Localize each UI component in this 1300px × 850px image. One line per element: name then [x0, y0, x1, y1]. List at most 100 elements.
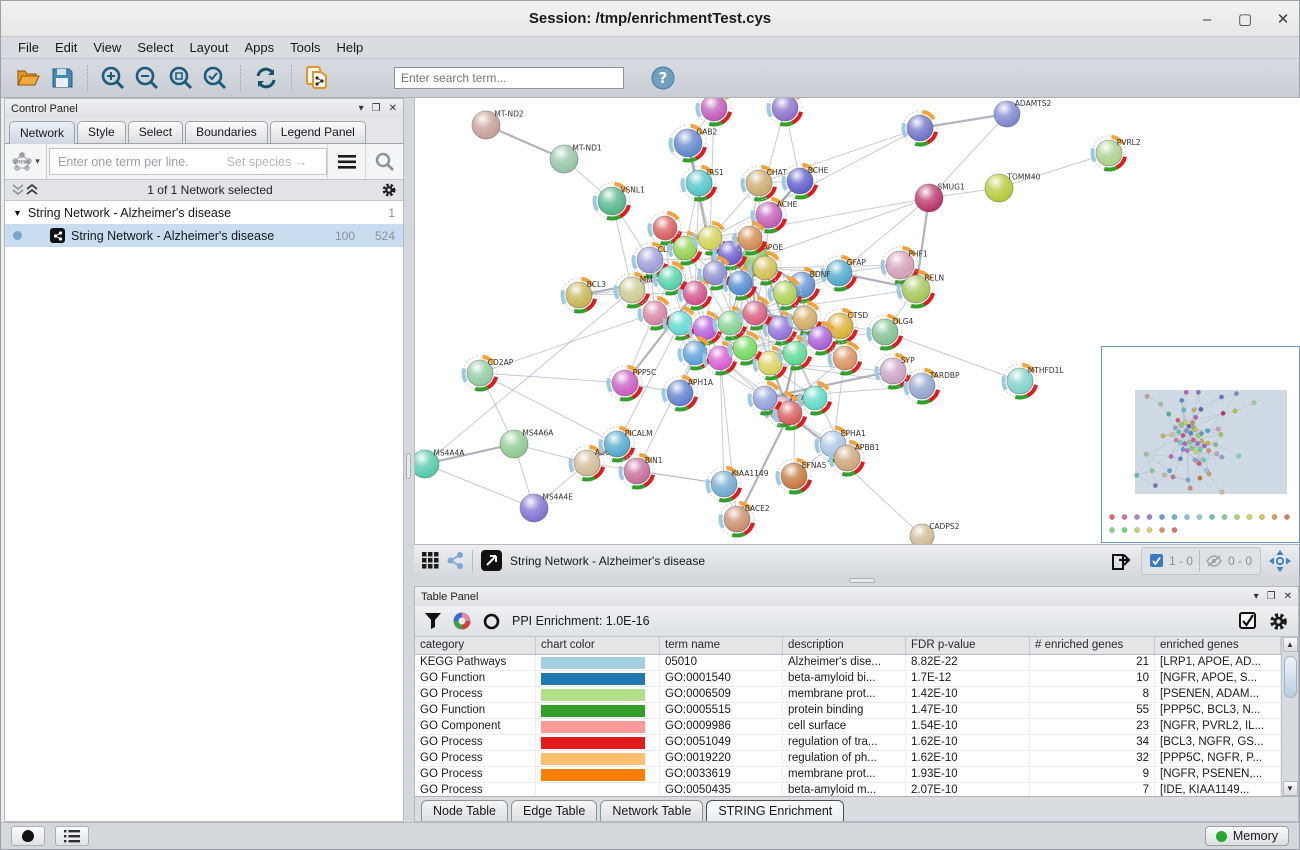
- scrollbar-thumb[interactable]: [1284, 656, 1297, 698]
- network-collection-row[interactable]: ▼ String Network - Alzheimer's disease 1: [5, 201, 403, 224]
- column-header-5[interactable]: # enriched genes: [1030, 637, 1155, 654]
- network-options-gear-icon[interactable]: [381, 182, 397, 198]
- node-MS4A6A[interactable]: MS4A6A: [500, 429, 554, 458]
- column-header-3[interactable]: description: [783, 637, 906, 654]
- node-GAB2[interactable]: GAB2: [664, 119, 717, 167]
- export-network-icon[interactable]: [1111, 551, 1133, 571]
- zoom-in-icon[interactable]: [96, 62, 130, 94]
- node-MT-ND1[interactable]: MT-ND1: [550, 144, 602, 173]
- node-MT-ND2[interactable]: MT-ND2: [472, 110, 524, 139]
- column-header-0[interactable]: category: [415, 637, 536, 654]
- menu-view[interactable]: View: [86, 39, 128, 56]
- horizontal-splitter[interactable]: [414, 576, 1299, 586]
- node-IRS1[interactable]: IRS1: [676, 160, 724, 205]
- ring-chart-icon[interactable]: [483, 613, 500, 630]
- node-SMUG1[interactable]: SMUG1: [915, 183, 965, 212]
- node-PVRL2[interactable]: PVRL2: [1086, 130, 1140, 175]
- run-query-icon[interactable]: [365, 144, 403, 179]
- tree-expander-icon[interactable]: ▼: [13, 208, 22, 218]
- selected-checkbox-icon[interactable]: [1150, 554, 1163, 567]
- tab-boundaries[interactable]: Boundaries: [185, 121, 268, 143]
- node-DLG4[interactable]: DLG4: [862, 309, 913, 354]
- minimize-button[interactable]: –: [1199, 11, 1215, 28]
- hidden-eye-icon[interactable]: [1206, 555, 1222, 567]
- node-ADAMTS2[interactable]: ADAMTS2: [994, 99, 1052, 127]
- table-panel-float-icon[interactable]: ❐: [1267, 591, 1276, 602]
- column-header-1[interactable]: chart color: [536, 637, 660, 654]
- table-panel-menu-icon[interactable]: ▾: [1254, 591, 1259, 602]
- node-MS4A4E[interactable]: MS4A4E: [520, 493, 573, 522]
- automation-status-button[interactable]: [11, 826, 45, 846]
- enrichment-settings-gear-icon[interactable]: [1269, 612, 1288, 631]
- table-row[interactable]: GO ProcessGO:0006509membrane prot...1.42…: [415, 687, 1281, 703]
- node-EFNA5[interactable]: EFNA5: [771, 453, 826, 498]
- tab-style[interactable]: Style: [77, 121, 126, 143]
- save-session-button[interactable]: [45, 62, 79, 94]
- zoom-selected-icon[interactable]: [198, 62, 232, 94]
- tab-node-table[interactable]: Node Table: [421, 800, 508, 821]
- expand-all-icon[interactable]: [25, 184, 39, 196]
- node[interactable]: [691, 98, 736, 131]
- column-header-4[interactable]: FDR p-value: [906, 637, 1030, 654]
- node-CD2AP[interactable]: CD2AP: [457, 350, 513, 395]
- tab-select[interactable]: Select: [128, 121, 183, 143]
- search-input[interactable]: [394, 67, 624, 89]
- node-MS4A4A[interactable]: MS4A4A: [415, 449, 465, 478]
- filter-icon[interactable]: [425, 613, 441, 629]
- table-row[interactable]: GO ProcessGO:0051049regulation of tra...…: [415, 735, 1281, 751]
- table-scrollbar[interactable]: ▲ ▼: [1281, 637, 1298, 796]
- donut-chart-icon[interactable]: [453, 612, 471, 630]
- open-session-button[interactable]: [11, 62, 45, 94]
- zoom-fit-icon[interactable]: [164, 62, 198, 94]
- table-row[interactable]: GO ProcessGO:0033619membrane prot...1.93…: [415, 767, 1281, 783]
- network-share-icon[interactable]: [447, 552, 464, 569]
- node-VSNL1[interactable]: VSNL1: [588, 177, 645, 225]
- vertical-splitter[interactable]: [404, 98, 414, 822]
- panel-close-icon[interactable]: ✕: [389, 103, 397, 114]
- help-icon[interactable]: ?: [646, 62, 680, 94]
- tab-edge-table[interactable]: Edge Table: [511, 800, 597, 821]
- node-CADPS2[interactable]: CADPS2: [910, 522, 960, 544]
- panel-float-icon[interactable]: ❐: [372, 103, 381, 114]
- column-header-2[interactable]: term name: [660, 637, 783, 654]
- select-rows-checkbox-icon[interactable]: [1239, 612, 1257, 630]
- table-panel-close-icon[interactable]: ✕: [1284, 591, 1292, 602]
- node-CHAT[interactable]: CHAT: [736, 160, 787, 205]
- scroll-up-icon[interactable]: ▲: [1283, 637, 1298, 652]
- clone-network-icon[interactable]: [300, 62, 334, 94]
- collapse-all-icon[interactable]: [11, 184, 25, 196]
- network-row-selected[interactable]: String Network - Alzheimer's disease 100…: [5, 224, 403, 247]
- column-header-6[interactable]: enriched genes: [1155, 637, 1281, 654]
- node-TARDBP[interactable]: TARDBP: [899, 363, 960, 408]
- birdseye-toggle-icon[interactable]: [1269, 550, 1291, 572]
- table-row[interactable]: GO ProcessGO:0050435beta-amyloid m...2.0…: [415, 783, 1281, 796]
- node[interactable]: [897, 105, 942, 150]
- task-history-button[interactable]: [55, 826, 89, 846]
- menu-file[interactable]: File: [11, 39, 46, 56]
- refresh-icon[interactable]: [249, 62, 283, 94]
- menu-layout[interactable]: Layout: [182, 39, 235, 56]
- menu-help[interactable]: Help: [330, 39, 371, 56]
- tab-string-enrichment[interactable]: STRING Enrichment: [706, 800, 844, 821]
- menu-select[interactable]: Select: [130, 39, 180, 56]
- scroll-down-icon[interactable]: ▼: [1283, 781, 1298, 796]
- maximize-button[interactable]: ▢: [1237, 10, 1253, 28]
- table-row[interactable]: GO ProcessGO:0019220regulation of ph...1…: [415, 751, 1281, 767]
- menu-apps[interactable]: Apps: [238, 39, 282, 56]
- node-APH1A[interactable]: APH1A: [657, 370, 713, 415]
- table-row[interactable]: GO ComponentGO:0009986cell surface1.54E-…: [415, 719, 1281, 735]
- table-row[interactable]: GO FunctionGO:0005515protein binding1.47…: [415, 703, 1281, 719]
- node-TOMM40[interactable]: TOMM40: [985, 173, 1041, 202]
- menu-tools[interactable]: Tools: [283, 39, 327, 56]
- memory-button[interactable]: Memory: [1205, 826, 1289, 846]
- close-button[interactable]: ✕: [1275, 10, 1291, 28]
- string-protein-query-button[interactable]: STRING ▾: [5, 144, 47, 179]
- term-query-input[interactable]: Enter one term per line. Set species →: [49, 148, 327, 175]
- zoom-out-icon[interactable]: [130, 62, 164, 94]
- grid-view-icon[interactable]: [422, 552, 439, 569]
- tab-network[interactable]: Network: [9, 121, 75, 144]
- detach-view-icon[interactable]: [481, 550, 502, 571]
- node-MTHFD1L[interactable]: MTHFD1L: [997, 358, 1064, 403]
- query-options-icon[interactable]: [327, 144, 365, 179]
- birdseye-navigator[interactable]: [1101, 346, 1300, 543]
